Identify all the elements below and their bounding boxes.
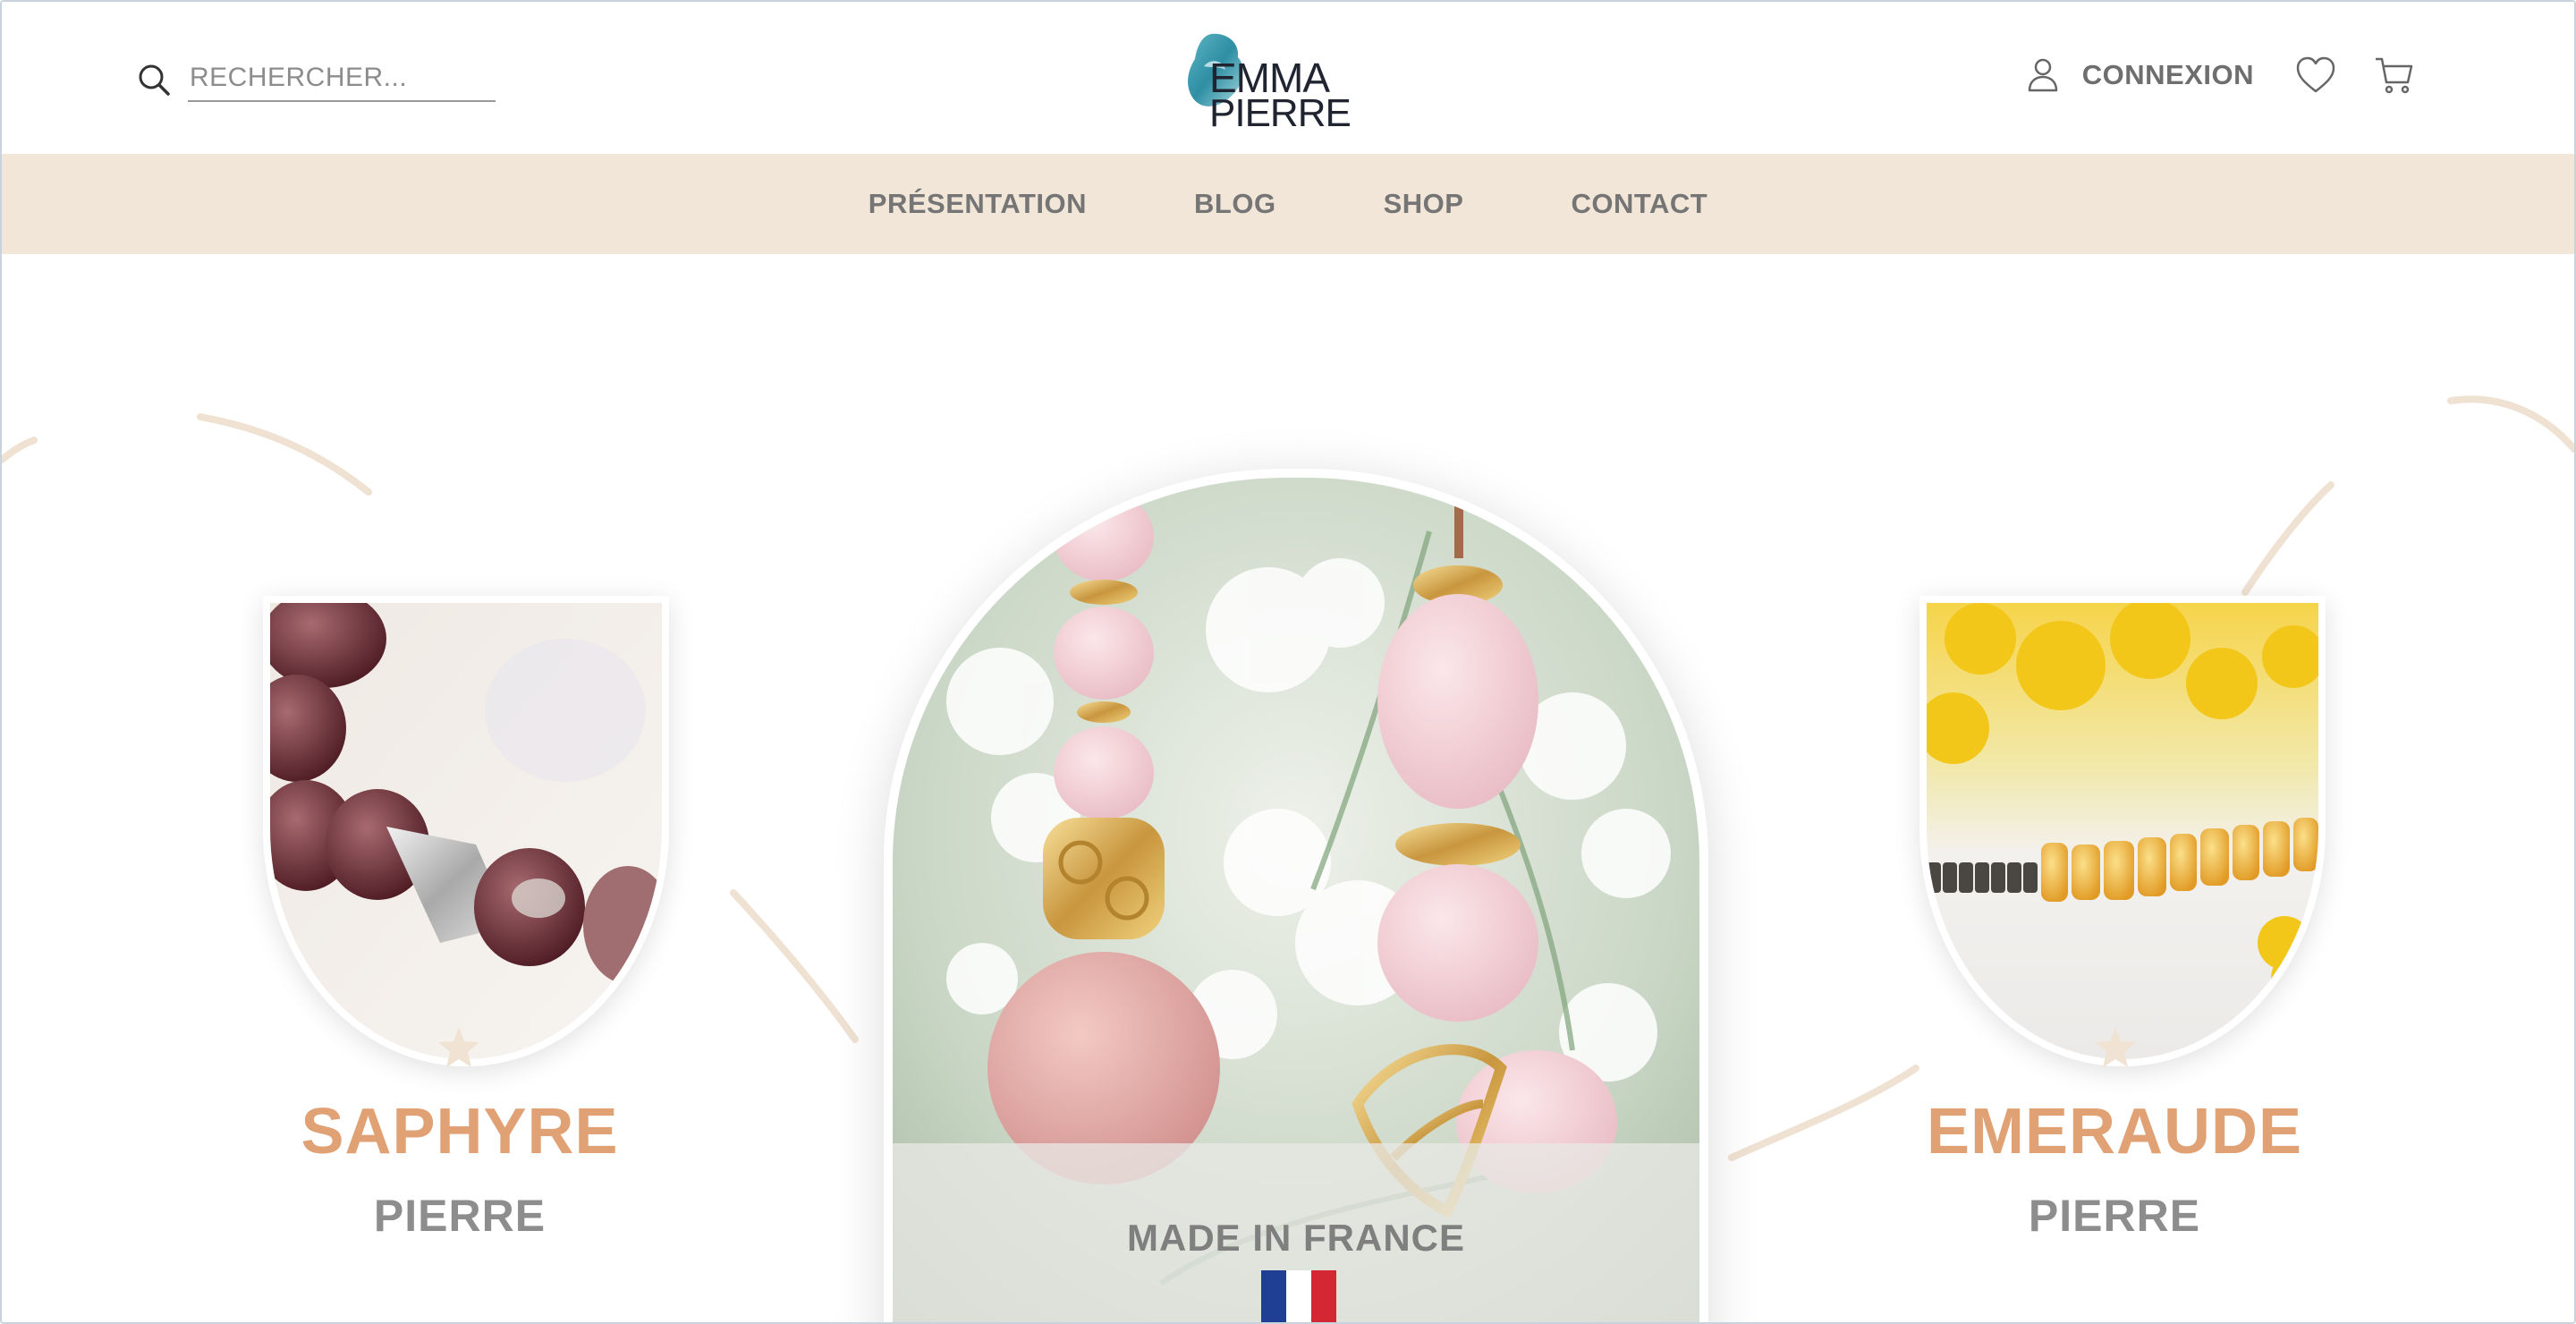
made-in-france-text: MADE IN FRANCE	[1127, 1217, 1465, 1259]
product-card-featured[interactable]: MADE IN FRANCE	[884, 469, 1708, 1322]
star-icon	[438, 1027, 479, 1067]
browser-page: EMMA PIERRE CONNEXION PRÉSENTATION	[0, 0, 2576, 1324]
menu-item-blog[interactable]: BLOG	[1194, 188, 1276, 220]
account-nav: CONNEXION	[2027, 55, 2413, 95]
main-menu: PRÉSENTATION BLOG SHOP CONTACT	[2, 154, 2574, 254]
saphyre-bracelet-image	[270, 603, 662, 1059]
search-input[interactable]	[188, 57, 496, 102]
star-icon	[2095, 1027, 2136, 1067]
emeraude-necklace-image	[1927, 603, 2318, 1059]
saphyre-title: SAPHYRE	[301, 1096, 619, 1167]
france-flag-icon	[1261, 1270, 1336, 1322]
logo-text-pierre: PIERRE	[1209, 91, 1352, 135]
heart-icon[interactable]	[2295, 56, 2336, 94]
login-label: CONNEXION	[2081, 59, 2254, 90]
product-card-emeraude[interactable]	[1919, 596, 2326, 1066]
product-card-saphyre[interactable]	[263, 596, 669, 1066]
search-icon[interactable]	[136, 62, 172, 98]
login-link[interactable]: CONNEXION	[2027, 57, 2254, 93]
emeraude-subtitle: PIERRE	[2028, 1191, 2201, 1241]
menu-item-shop[interactable]: SHOP	[1384, 188, 1464, 220]
menu-item-contact[interactable]: CONTACT	[1571, 188, 1707, 220]
saphyre-subtitle: PIERRE	[373, 1191, 547, 1241]
cart-icon[interactable]	[2374, 55, 2413, 95]
search-bar	[136, 57, 496, 102]
site-header: EMMA PIERRE CONNEXION	[2, 2, 2574, 154]
made-in-france-banner: MADE IN FRANCE	[893, 1143, 1699, 1322]
menu-item-presentation[interactable]: PRÉSENTATION	[869, 188, 1087, 220]
emeraude-title: EMERAUDE	[1926, 1096, 2303, 1167]
site-logo[interactable]: EMMA PIERRE	[1182, 27, 1352, 135]
hero-carousel: SAPHYRE PIERRE MADE IN FRANCE EMERAUDE P…	[2, 254, 2574, 1322]
user-icon	[2028, 58, 2057, 92]
